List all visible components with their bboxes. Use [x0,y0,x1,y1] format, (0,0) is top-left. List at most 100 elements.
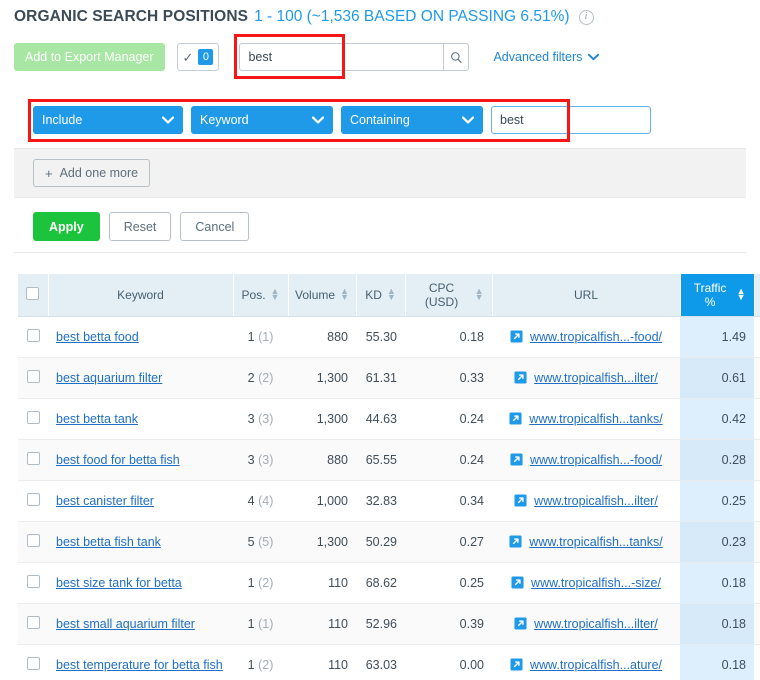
row-checkbox[interactable] [26,533,40,547]
header-cpc-label: CPC (USD) [424,280,459,309]
row-select-cell[interactable] [18,398,48,440]
cpc-cell: 0.27 [405,521,492,563]
header-select-all[interactable] [18,274,49,317]
row-checkbox[interactable] [26,410,40,424]
header-keyword[interactable]: Keyword [48,274,234,317]
position-cell: 2 (2) [233,357,288,399]
row-checkbox[interactable] [26,492,40,506]
position-previous: (1) [258,329,274,344]
traffic-cell: 0.18 [680,562,754,604]
header-pos[interactable]: Pos. ▲ ▼ [233,274,289,317]
keyword-link[interactable]: best betta tank [56,412,138,426]
competition-cell [754,562,760,604]
url-link[interactable]: www.tropicalfish...-food/ [530,330,662,344]
table-row: best food for betta fish 3 (3) 880 65.55 0.2… [18,439,760,481]
selection-counter[interactable]: ✓ 0 [176,43,220,71]
position-previous: (3) [258,411,274,426]
position-cell: 3 (3) [233,398,288,440]
info-icon[interactable]: i [578,9,594,25]
cancel-button[interactable]: Cancel [180,212,250,241]
keyword-link[interactable]: best betta food [56,330,139,344]
sort-icon[interactable]: ▲ ▼ [271,287,280,301]
advanced-filter-panel: Include Keyword Containing + [14,93,746,253]
keyword-link[interactable]: best food for betta fish [56,453,180,467]
cpc-cell: 0.25 [405,562,492,604]
keyword-link[interactable]: best aquarium filter [56,371,162,385]
sort-icon[interactable]: ▲ ▼ [340,287,349,301]
row-select-cell[interactable] [18,603,48,645]
add-one-more-button[interactable]: + Add one more [33,159,151,187]
header-traffic[interactable]: Traffic % ▲ ▼ [680,274,755,317]
url-cell: www.tropicalfish...-food/ [492,439,680,481]
position-cell: 3 (3) [233,439,288,481]
url-link[interactable]: www.tropicalfish...ature/ [530,658,662,672]
search-button[interactable] [443,43,470,71]
row-select-cell[interactable] [18,644,48,680]
plus-icon: + [45,165,53,181]
row-checkbox[interactable] [26,328,40,342]
page-title-text: ORGANIC SEARCH POSITIONS [14,8,249,25]
traffic-cell: 0.42 [680,398,754,440]
header-competition-partial[interactable]: Co [754,274,760,317]
url-link[interactable]: www.tropicalfish...-size/ [531,576,661,590]
keyword-link[interactable]: best betta fish tank [56,535,161,549]
sort-icon[interactable]: ▲ ▼ [387,287,396,301]
volume-cell: 110 [288,644,356,680]
keyword-link[interactable]: best size tank for betta [56,576,182,590]
volume-cell: 110 [288,562,356,604]
header-volume[interactable]: Volume ▲ ▼ [288,274,357,317]
row-checkbox[interactable] [26,369,40,383]
url-link[interactable]: www.tropicalfish...tanks/ [529,535,662,549]
row-select-cell[interactable] [18,316,48,358]
url-link[interactable]: www.tropicalfish...ilter/ [534,617,658,631]
row-checkbox[interactable] [26,451,40,465]
traffic-cell: 0.25 [680,480,754,522]
keyword-link[interactable]: best small aquarium filter [56,617,195,631]
row-select-cell[interactable] [18,562,48,604]
traffic-cell: 0.18 [680,644,754,680]
advanced-filters-toggle[interactable]: Advanced filters [493,50,600,64]
table-body: best betta food 1 (1) 880 55.30 0.18 www.trop… [18,316,760,680]
keyword-link[interactable]: best canister filter [56,494,154,508]
select-all-checkbox[interactable] [26,286,40,300]
url-link[interactable]: www.tropicalfish...-food/ [530,453,662,467]
sort-icon[interactable]: ▲ ▼ [737,287,746,301]
external-link-icon [514,371,527,384]
filter-scope-dropdown[interactable]: Include [33,106,183,134]
url-link[interactable]: www.tropicalfish...ilter/ [534,494,658,508]
filter-operator-dropdown[interactable]: Containing [341,106,483,134]
url-link[interactable]: www.tropicalfish...tanks/ [529,412,662,426]
sort-icon[interactable]: ▲ ▼ [475,287,484,301]
header-cpc[interactable]: CPC (USD) ▲ ▼ [405,274,493,317]
row-select-cell[interactable] [18,480,48,522]
apply-button[interactable]: Apply [33,212,100,241]
selection-count-badge: 0 [198,49,214,65]
add-to-export-manager-button[interactable]: Add to Export Manager [14,43,165,71]
position-current: 3 [247,411,255,426]
filter-value-input[interactable] [491,106,651,134]
table-row: best size tank for betta 1 (2) 110 68.62 0.2… [18,562,760,604]
search-input[interactable] [239,43,444,71]
competition-cell [754,603,760,645]
row-checkbox[interactable] [26,615,40,629]
table-row: best betta food 1 (1) 880 55.30 0.18 www.trop… [18,316,760,358]
header-url[interactable]: URL [492,274,681,317]
keyword-cell: best canister filter [48,480,233,522]
row-select-cell[interactable] [18,357,48,399]
filter-field-dropdown[interactable]: Keyword [191,106,333,134]
table-row: best temperature for betta fish 1 (2) 110 6… [18,644,760,680]
table-header-row: Keyword Pos. ▲ ▼ Volume ▲ ▼ KD ▲ ▼ CPC (… [18,274,760,317]
row-checkbox[interactable] [26,574,40,588]
row-select-cell[interactable] [18,439,48,481]
header-kd[interactable]: KD ▲ ▼ [356,274,406,317]
position-previous: (3) [258,452,274,467]
row-select-cell[interactable] [18,521,48,563]
keyword-link[interactable]: best temperature for betta fish [56,658,223,672]
reset-button[interactable]: Reset [108,212,172,241]
header-pos-label: Pos. [241,287,266,302]
filter-operator-label: Containing [350,113,410,127]
url-link[interactable]: www.tropicalfish...ilter/ [534,371,658,385]
filter-actions: Apply Reset Cancel [33,212,250,241]
competition-cell [754,316,760,358]
row-checkbox[interactable] [26,656,40,670]
